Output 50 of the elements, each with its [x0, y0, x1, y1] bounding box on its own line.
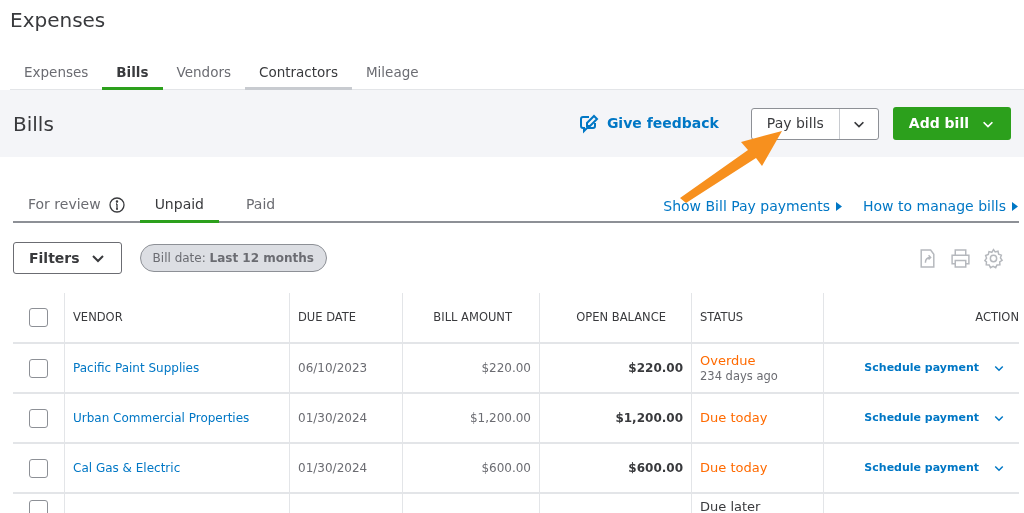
print-icon[interactable]: [950, 247, 971, 269]
filter-chip[interactable]: Bill date: Last 12 months: [139, 244, 327, 272]
row-checkbox[interactable]: [29, 358, 48, 378]
table-cell-text: $220.00: [628, 360, 683, 377]
column-header[interactable]: OPEN BALANCE: [576, 308, 666, 327]
table-cell-text: 01/30/2024: [298, 460, 368, 477]
status-text: Overdue: [700, 352, 757, 369]
table-cell-text: $600.00: [628, 460, 683, 477]
help-link[interactable]: Show Bill Pay payments: [663, 196, 844, 217]
filter-tab[interactable]: Unpaid: [139, 189, 219, 223]
vendor-link[interactable]: Cal Gas & Electric: [73, 459, 181, 477]
table-cell-text: $220.00: [481, 360, 531, 377]
page-title: Expenses: [9, 7, 107, 34]
column-header[interactable]: VENDOR: [73, 308, 123, 327]
status-text: Due today: [700, 410, 769, 426]
status-text: Due today: [700, 460, 769, 476]
chat-edit-icon: [578, 113, 599, 134]
status-note: 234 days ago: [700, 368, 779, 384]
add-bill-button[interactable]: Add bill: [892, 107, 1011, 140]
nav-tab[interactable]: Expenses: [10, 57, 103, 90]
nav-tab[interactable]: Vendors: [162, 57, 245, 90]
vendor-link[interactable]: Pacific Paint Supplies: [73, 359, 200, 377]
nav-tab[interactable]: Mileage: [351, 57, 433, 90]
export-icon[interactable]: [917, 247, 938, 269]
feedback-link[interactable]: Give feedback: [578, 113, 719, 134]
schedule-payment-link[interactable]: Schedule payment: [864, 359, 979, 377]
schedule-payment-link[interactable]: Schedule payment: [864, 459, 979, 477]
filter-tab[interactable]: Paid: [231, 189, 291, 223]
schedule-payment-link[interactable]: Schedule payment: [864, 409, 979, 427]
column-header[interactable]: DUE DATE: [298, 308, 357, 327]
row-checkbox[interactable]: [29, 458, 48, 478]
column-header[interactable]: ACTION: [975, 308, 1019, 327]
table-cell-text: $600.00: [481, 460, 531, 477]
vendor-link[interactable]: Urban Commercial Properties: [73, 409, 250, 427]
status-text: Due later: [700, 499, 762, 513]
filter-tab[interactable]: For review: [13, 189, 140, 223]
table-cell-text: 01/30/2024: [298, 410, 368, 427]
triangle-right-icon: [1012, 202, 1019, 211]
help-link[interactable]: How to manage bills: [863, 196, 1019, 217]
settings-icon[interactable]: [983, 247, 1004, 269]
table-cell-text: 06/10/2023: [298, 360, 368, 377]
triangle-right-icon: [836, 202, 844, 211]
column-header[interactable]: BILL AMOUNT: [433, 308, 512, 327]
row-checkbox[interactable]: [29, 408, 48, 428]
select-all-checkbox[interactable]: [29, 308, 48, 327]
table-cell-text: $1,200.00: [615, 410, 683, 427]
table-cell-text: $1,200.00: [469, 410, 531, 427]
filters-button[interactable]: Filters: [13, 242, 122, 274]
section-title: Bills: [13, 110, 54, 138]
column-header[interactable]: STATUS: [700, 308, 744, 327]
